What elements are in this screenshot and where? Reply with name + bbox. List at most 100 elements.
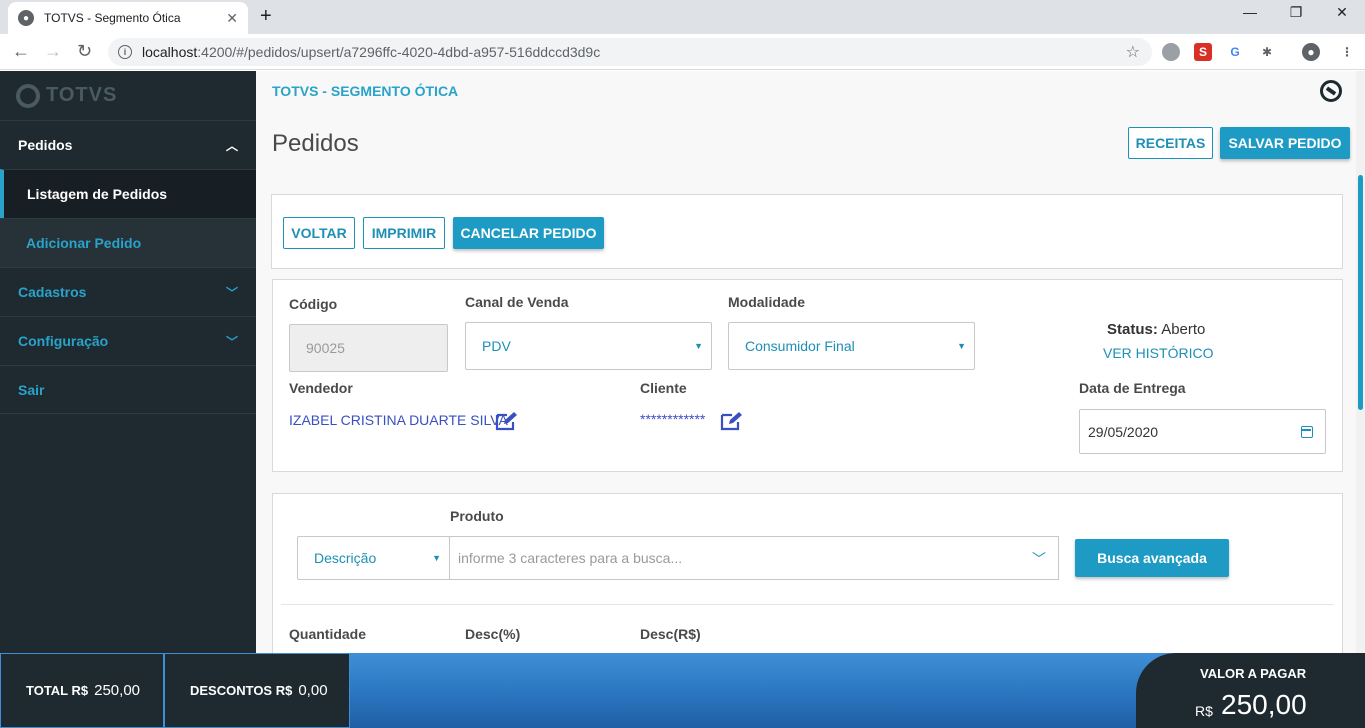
totvs-logo-icon (16, 83, 40, 108)
actions-card: VOLTAR IMPRIMIR CANCELAR PEDIDO (271, 194, 1343, 269)
sidebar-item-adicionar-pedido[interactable]: Adicionar Pedido (0, 218, 256, 267)
main-content: TOTVS - SEGMENTO ÓTICA Pedidos RECEITAS … (256, 71, 1356, 653)
desc-reais-label: Desc(R$) (640, 626, 701, 642)
valor-a-pagar-label: VALOR A PAGAR (1200, 666, 1307, 681)
reload-icon[interactable]: ↻ (77, 41, 92, 61)
produto-label: Produto (450, 508, 504, 524)
caret-down-icon: ▼ (957, 341, 966, 351)
produto-search-input[interactable]: informe 3 caracteres para a busca... ﹀ (449, 536, 1059, 580)
totvs-brand-icon[interactable] (1320, 80, 1342, 102)
extension-bubble-icon[interactable] (1162, 43, 1180, 61)
tab-title: TOTVS - Segmento Ótica (44, 11, 181, 25)
maximize-button[interactable]: ❐ (1273, 4, 1319, 21)
calendar-icon[interactable] (1301, 426, 1313, 438)
edit-vendedor-icon[interactable] (495, 411, 519, 431)
receitas-button[interactable]: RECEITAS (1128, 127, 1213, 159)
data-entrega-value: 29/05/2020 (1088, 423, 1159, 440)
valor-a-pagar-value: 250,00 (1221, 689, 1307, 720)
total-box: TOTAL R$ 250,00 (0, 653, 164, 728)
url-host: localhost (142, 44, 198, 60)
caret-down-icon: ▼ (432, 553, 441, 563)
sidebar-item-label: Pedidos (18, 137, 73, 153)
produto-search-placeholder: informe 3 caracteres para a busca... (458, 550, 683, 566)
sidebar-item-label: Sair (18, 381, 45, 398)
sidebar-item-label: Configuração (18, 333, 109, 349)
product-card: Produto Descrição ▼ informe 3 caracteres… (272, 493, 1343, 653)
chevron-down-icon[interactable]: ﹀ (1032, 549, 1046, 569)
ver-historico-link[interactable]: VER HISTÓRICO (1103, 345, 1213, 361)
url-path: :4200/#/pedidos/upsert/a7296ffc-4020-4db… (197, 44, 601, 60)
sidebar-item-pedidos[interactable]: Pedidos ︿ (0, 120, 256, 169)
chevron-down-icon: ﹀ (225, 334, 238, 349)
bookmark-star-icon[interactable]: ☆ (1126, 42, 1140, 62)
address-bar: ← → ↻ i localhost:4200/#/pedidos/upsert/… (0, 34, 1365, 70)
browser-tab[interactable]: ● TOTVS - Segmento Ótica ✕ (8, 2, 248, 34)
cancelar-pedido-button[interactable]: CANCELAR PEDIDO (453, 217, 604, 249)
extensions-puzzle-icon[interactable]: ✱ (1258, 43, 1276, 61)
status-value: Aberto (1161, 321, 1206, 338)
minimize-button[interactable]: — (1227, 4, 1273, 20)
codigo-label: Código (289, 296, 338, 312)
window-close-button[interactable]: ✕ (1319, 4, 1365, 21)
url-input[interactable]: i localhost:4200/#/pedidos/upsert/a7296f… (108, 38, 1152, 66)
extension-google-icon[interactable]: G (1226, 43, 1244, 61)
page-title: Pedidos (272, 130, 359, 157)
canal-de-venda-select[interactable]: PDV ▼ (465, 322, 712, 370)
data-entrega-field[interactable]: 29/05/2020 (1079, 409, 1326, 454)
cliente-label: Cliente (640, 380, 687, 396)
salvar-pedido-button[interactable]: SALVAR PEDIDO (1220, 127, 1350, 159)
logo-text: TOTVS (46, 84, 118, 106)
total-label: TOTAL R$ (26, 683, 89, 698)
sidebar-item-listagem-de-pedidos[interactable]: Listagem de Pedidos (0, 169, 256, 218)
scrollbar-thumb[interactable] (1358, 175, 1363, 410)
descontos-label: DESCONTOS R$ (190, 683, 293, 698)
sidebar-item-label: Cadastros (18, 284, 87, 300)
sidebar: TOTVS Pedidos ︿ Listagem de Pedidos Adic… (0, 71, 256, 728)
forward-arrow-icon[interactable]: → (44, 41, 62, 61)
data-entrega-label: Data de Entrega (1079, 380, 1186, 396)
valor-a-pagar-currency: R$ (1195, 703, 1213, 719)
sidebar-item-label: Listagem de Pedidos (27, 186, 168, 202)
imprimir-button[interactable]: IMPRIMIR (363, 217, 445, 249)
cliente-value: ************ (640, 411, 706, 427)
profile-icon[interactable]: ● (1302, 43, 1320, 61)
sidebar-item-configuracao[interactable]: Configuração ﹀ (0, 316, 256, 365)
divider (281, 604, 1334, 605)
total-value: 250,00 (94, 682, 141, 699)
modalidade-select[interactable]: Consumidor Final ▼ (728, 322, 975, 370)
vendedor-label: Vendedor (289, 380, 353, 396)
info-icon[interactable]: i (118, 45, 132, 59)
sidebar-item-label: Adicionar Pedido (26, 235, 142, 251)
totals-bar: TOTAL R$ 250,00 DESCONTOS R$ 0,00 VALOR … (0, 653, 1365, 728)
valor-a-pagar-box: VALOR A PAGAR R$ 250,00 (1136, 653, 1365, 728)
chevron-down-icon: ﹀ (225, 285, 238, 300)
busca-avancada-button[interactable]: Busca avançada (1075, 539, 1229, 577)
sidebar-item-sair[interactable]: Sair (0, 365, 256, 414)
produto-tipo-value: Descrição (314, 550, 377, 566)
canal-de-venda-label: Canal de Venda (465, 294, 569, 310)
status-text: Status: Aberto (1107, 321, 1205, 338)
order-details-card: Código 90025 Canal de Venda PDV ▼ Modali… (272, 279, 1343, 472)
extension-s-icon[interactable]: S (1194, 43, 1212, 61)
back-arrow-icon[interactable]: ← (12, 41, 30, 61)
descontos-value: 0,00 (298, 682, 328, 699)
sidebar-item-cadastros[interactable]: Cadastros ﹀ (0, 267, 256, 316)
new-tab-button[interactable]: + (260, 6, 272, 26)
produto-tipo-select[interactable]: Descrição ▼ (297, 536, 450, 580)
descontos-box: DESCONTOS R$ 0,00 (164, 653, 350, 728)
menu-kebab-icon[interactable]: ⋮ (1338, 43, 1356, 61)
totvs-logo: TOTVS (0, 71, 256, 120)
voltar-button[interactable]: VOLTAR (283, 217, 355, 249)
desc-percent-label: Desc(%) (465, 626, 521, 642)
codigo-value: 90025 (306, 340, 345, 356)
close-icon[interactable]: ✕ (226, 10, 238, 27)
vendedor-value: IZABEL CRISTINA DUARTE SILVA (289, 412, 508, 428)
modalidade-value: Consumidor Final (745, 338, 855, 354)
edit-cliente-icon[interactable] (720, 411, 744, 431)
canal-de-venda-value: PDV (482, 338, 511, 354)
chevron-up-icon: ︿ (225, 138, 238, 153)
globe-icon: ● (18, 10, 34, 26)
modalidade-label: Modalidade (728, 294, 806, 310)
caret-down-icon: ▼ (694, 341, 703, 351)
brand-title: TOTVS - SEGMENTO ÓTICA (272, 83, 459, 99)
